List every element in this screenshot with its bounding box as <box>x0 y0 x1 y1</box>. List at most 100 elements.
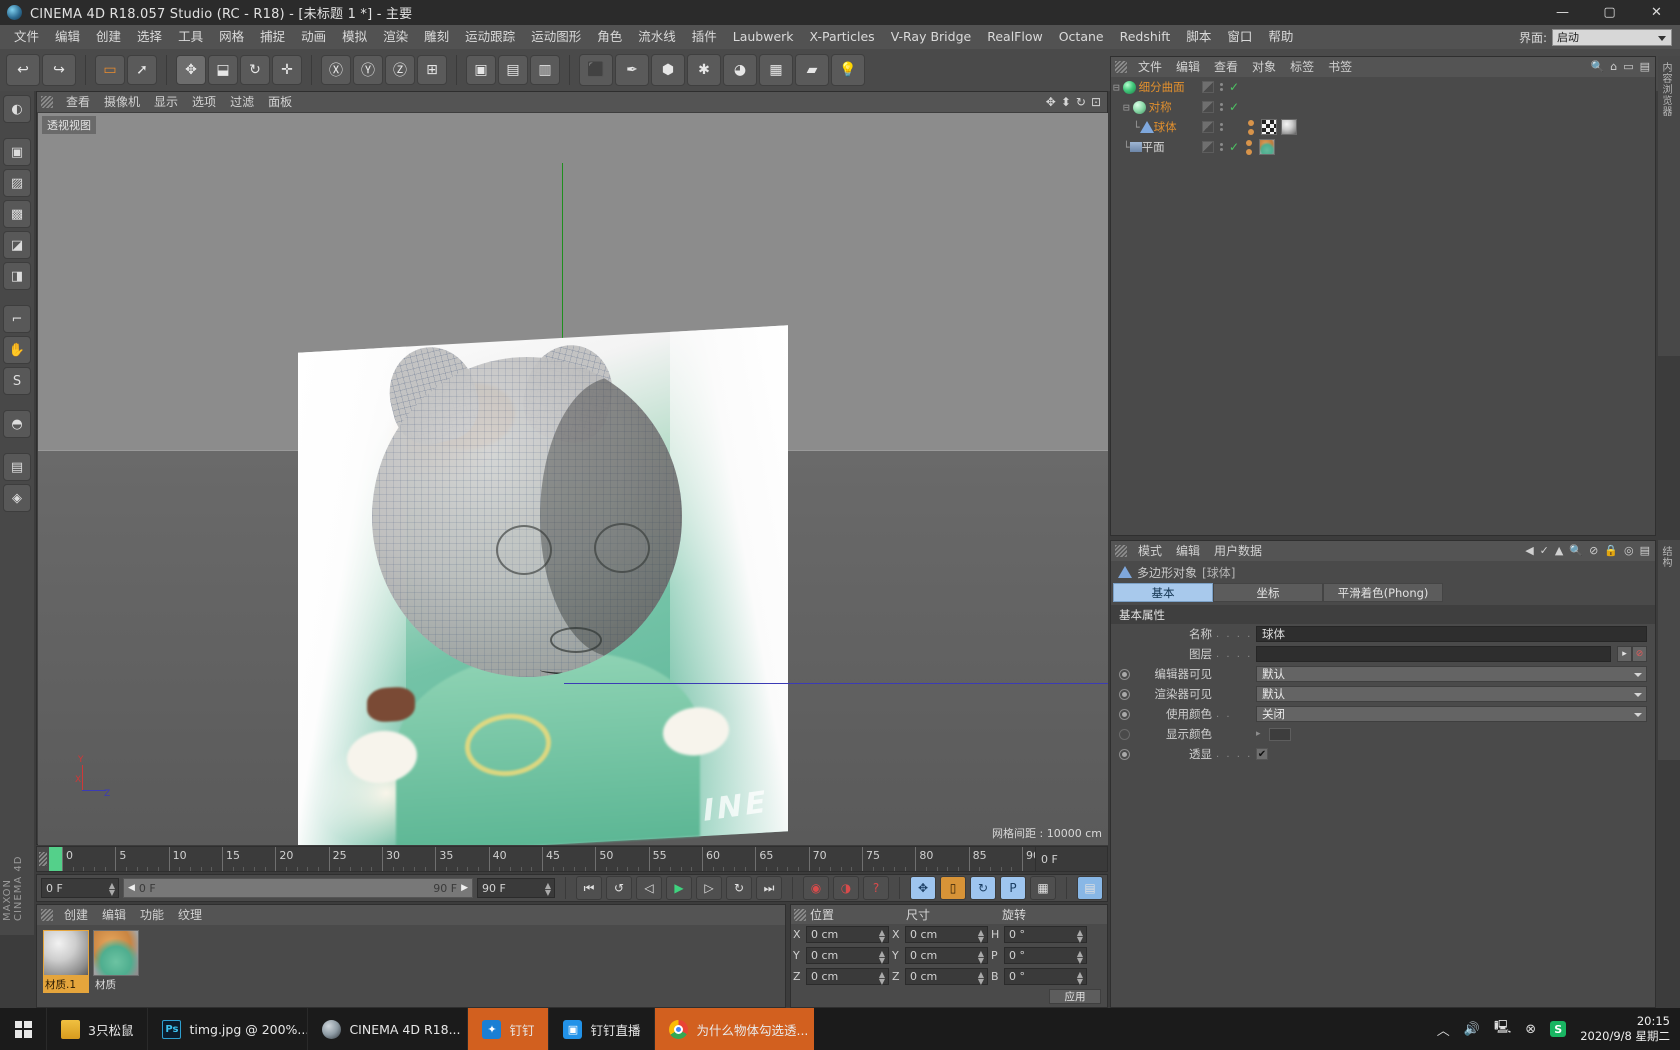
current-frame-input[interactable]: 0 F ▲ ▼ <box>41 878 119 898</box>
scale-tool-button[interactable]: ⬓ <box>208 55 238 85</box>
cube-primitive-button[interactable]: ⬛ <box>579 54 613 86</box>
timeline-frame-field[interactable]: 0 F <box>1035 847 1107 871</box>
coord-size-x-input[interactable]: 0 cm ▲ ▼ <box>905 926 988 944</box>
spinner-icon[interactable]: ▲ ▼ <box>879 929 885 944</box>
mograph-button[interactable]: ✱ <box>687 54 721 86</box>
checker-texture-tag[interactable] <box>1261 119 1277 135</box>
sogou-tray-icon[interactable]: S <box>1550 1021 1567 1037</box>
content-browser-strip[interactable]: 内容浏览器 <box>1658 56 1680 356</box>
menu-item-21[interactable]: Redshift <box>1112 25 1179 49</box>
live-selection-tool-icon[interactable]: ◐ <box>3 95 31 123</box>
scene-object-button[interactable]: ▦ <box>759 54 793 86</box>
spinner-icon[interactable]: ▲ ▼ <box>978 929 984 944</box>
generator-button[interactable]: ⬢ <box>651 54 685 86</box>
expand-arrow-icon[interactable]: ▸ <box>1256 729 1261 739</box>
spinner-icon[interactable]: ▲ ▼ <box>109 882 115 897</box>
layout-viewport-icon[interactable]: ⊡ <box>1091 95 1101 109</box>
visibility-dots-icon[interactable] <box>1202 121 1214 133</box>
coord-position-z-input[interactable]: 0 cm ▲ ▼ <box>806 968 889 986</box>
spinner-icon[interactable]: ▲ ▼ <box>1077 971 1083 986</box>
visibility-toggle-dots-icon[interactable] <box>1220 83 1223 91</box>
menu-item-23[interactable]: 窗口 <box>1219 25 1260 49</box>
move-tool-button[interactable]: ✥ <box>176 55 206 85</box>
viewport-view-tag[interactable]: 透视视图 <box>42 116 96 134</box>
attribute-menu-2[interactable]: 用户数据 <box>1207 541 1269 561</box>
record-keyframe-button[interactable]: ◉ <box>803 876 829 900</box>
menu-item-0[interactable]: 文件 <box>6 25 47 49</box>
panel-grip-icon[interactable] <box>41 909 53 921</box>
spinner-icon[interactable]: ▲ ▼ <box>1077 950 1083 965</box>
material-menu-1[interactable]: 编辑 <box>95 905 133 925</box>
animation-layout-button[interactable]: ▤ <box>1077 876 1103 900</box>
material-item-0[interactable]: 材质.1 <box>43 930 89 993</box>
menu-item-11[interactable]: 运动跟踪 <box>457 25 523 49</box>
menu-item-10[interactable]: 雕刻 <box>416 25 457 49</box>
render-settings-button[interactable]: ▥ <box>530 55 560 85</box>
model-mode-tool-icon[interactable]: ▣ <box>3 138 31 166</box>
structure-strip[interactable]: 结构 <box>1658 540 1680 760</box>
back-arrow-icon[interactable]: ◀ <box>1525 544 1533 557</box>
viewport-canvas[interactable]: INE Y X Z 网格间距 : 10000 cm <box>38 113 1108 845</box>
up-arrow-icon[interactable]: ▲ <box>1555 544 1563 557</box>
rotation-key-button[interactable]: ↻ <box>970 876 996 900</box>
rotate-viewport-icon[interactable]: ↻ <box>1076 95 1086 109</box>
taskbar-item-4[interactable]: ▣ 钉钉直播 <box>548 1008 654 1050</box>
attribute-tab-2[interactable]: 平滑着色(Phong) <box>1323 583 1443 602</box>
frame-range-slider[interactable]: ◀ 0 F 90 F ▶ <box>123 878 473 898</box>
menu-item-12[interactable]: 运动图形 <box>523 25 589 49</box>
material-menu-3[interactable]: 纹理 <box>171 905 209 925</box>
object-row-1[interactable]: ⊟ 对称 <box>1111 97 1199 117</box>
volume-icon[interactable]: 🔊 <box>1464 1022 1480 1037</box>
menu-item-15[interactable]: 插件 <box>684 25 725 49</box>
visibility-dots-icon[interactable] <box>1202 141 1214 153</box>
lock-icon[interactable]: 🔒 <box>1604 544 1618 557</box>
panel-grip-icon[interactable] <box>1115 545 1127 557</box>
solo-mode-tool-icon[interactable]: S <box>3 367 31 395</box>
attribute-dropdown[interactable]: 默认 <box>1256 686 1647 702</box>
menu-item-5[interactable]: 网格 <box>211 25 252 49</box>
menu-item-16[interactable]: Laubwerk <box>725 25 802 49</box>
attribute-radio-icon[interactable] <box>1119 708 1130 720</box>
network-icon[interactable]: 🖳 <box>1494 1018 1511 1040</box>
attribute-radio-icon[interactable] <box>1119 688 1130 700</box>
viewport-menu-5[interactable]: 面板 <box>261 92 299 112</box>
visibility-toggle-dots-icon[interactable] <box>1220 143 1223 151</box>
render-to-picture-button[interactable]: ▤ <box>498 55 528 85</box>
collapse-toggle-icon[interactable]: ⊟ <box>1113 81 1120 94</box>
object-tree-body[interactable]: ⊟ 细分曲面 ⊟ 对称 └ 球体 └ 平面 ✓ ✓ ✓ <box>1111 77 1655 536</box>
autokeying-button[interactable]: ◑ <box>833 876 859 900</box>
camera-button[interactable]: ▰ <box>795 54 829 86</box>
attribute-radio-icon[interactable] <box>1119 668 1130 680</box>
goto-start-button[interactable]: ⏮ <box>576 876 602 900</box>
menu-item-14[interactable]: 流水线 <box>630 25 684 49</box>
panel-grip-icon[interactable] <box>41 96 53 108</box>
snap-tool-icon[interactable]: ◓ <box>3 410 31 438</box>
object-menu-4[interactable]: 标签 <box>1283 57 1321 77</box>
spinner-icon[interactable]: ▲ ▼ <box>978 950 984 965</box>
spinner-icon[interactable]: ▲ ▼ <box>1077 929 1083 944</box>
taskbar-item-3[interactable]: ✦ 钉钉 <box>467 1008 549 1050</box>
menu-item-6[interactable]: 捕捉 <box>252 25 293 49</box>
material-thumbnail-icon[interactable] <box>43 930 89 976</box>
layer-clear-icon[interactable]: ⊘ <box>1632 646 1647 662</box>
cursor-select-button[interactable]: ➚ <box>127 55 157 85</box>
search-icon[interactable]: 🔍 <box>1591 60 1605 73</box>
goto-end-button[interactable]: ⏭ <box>756 876 782 900</box>
object-menu-5[interactable]: 书签 <box>1321 57 1359 77</box>
layout-icon[interactable]: ▭ <box>1623 60 1633 73</box>
rotate-tool-button[interactable]: ↻ <box>240 55 270 85</box>
lock-y-axis-button[interactable]: Ⓨ <box>353 55 383 85</box>
attribute-color-swatch[interactable] <box>1268 727 1291 741</box>
timeline-ruler[interactable]: 0 5 10 15 20 25 30 35 40 45 50 55 60 65 70 75 80 85 90 <box>49 847 1035 871</box>
attribute-dropdown[interactable]: 默认 <box>1256 666 1647 682</box>
home-icon[interactable]: ⌂ <box>1610 60 1617 73</box>
deformer-button[interactable]: ◕ <box>723 54 757 86</box>
taskbar-clock[interactable]: 20:15 2020/9/8 星期二 <box>1580 1014 1670 1044</box>
no-entry-icon[interactable]: ⊘ <box>1589 544 1598 557</box>
object-row-0[interactable]: ⊟ 细分曲面 <box>1111 77 1199 97</box>
render-view-button[interactable]: ▣ <box>466 55 496 85</box>
menu-item-9[interactable]: 渲染 <box>375 25 416 49</box>
scale-key-button[interactable]: ▯ <box>940 876 966 900</box>
menu-item-3[interactable]: 选择 <box>129 25 170 49</box>
menu-item-20[interactable]: Octane <box>1051 25 1112 49</box>
